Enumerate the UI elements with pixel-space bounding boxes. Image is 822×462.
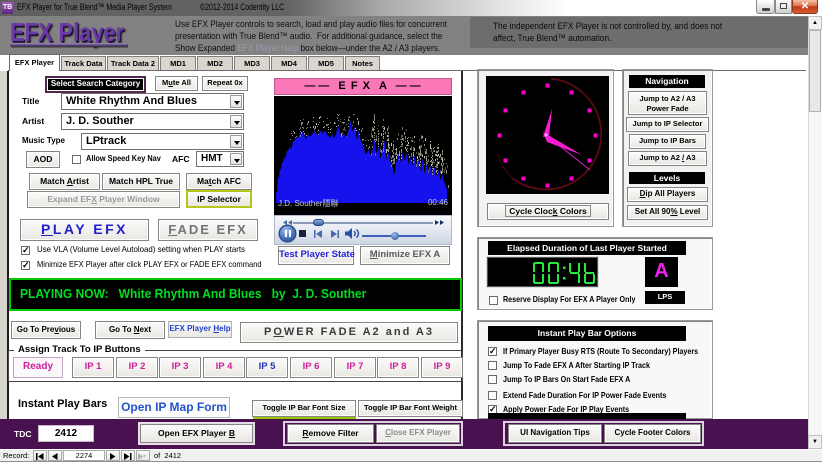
- svg-text:*: *: [143, 455, 146, 461]
